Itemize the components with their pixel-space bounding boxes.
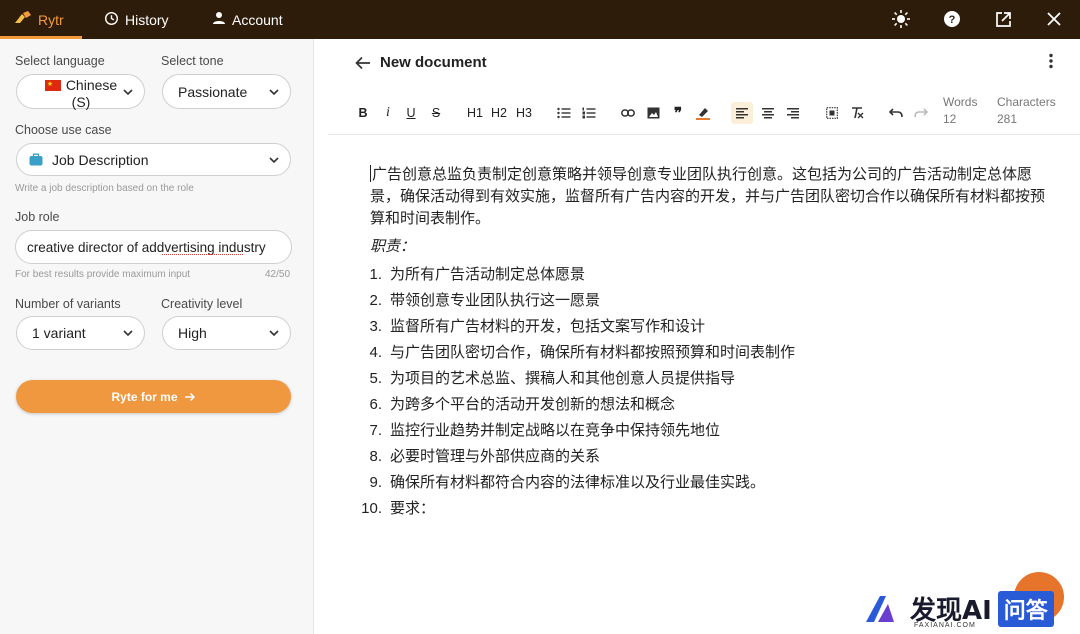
select-all-icon[interactable] xyxy=(824,103,840,123)
jobrole-label: Job role xyxy=(15,210,60,224)
language-value: Chinese xyxy=(65,77,118,93)
ryte-for-me-button[interactable]: Ryte for me xyxy=(16,380,291,413)
numbered-list-icon[interactable] xyxy=(581,103,597,123)
watermark-logo-icon xyxy=(866,595,894,622)
formatting-toolbar: B i U S H1 H2 H3 ❞ Words 12 Characters 2… xyxy=(328,91,1080,135)
rytr-logo-icon xyxy=(14,11,32,28)
theme-sun-icon[interactable] xyxy=(891,9,911,29)
italic-button[interactable]: i xyxy=(380,103,396,123)
spellcheck-underline xyxy=(162,253,243,255)
underline-button[interactable]: U xyxy=(403,103,419,123)
nav-history[interactable]: History xyxy=(104,0,169,39)
list-item: 2. 带领创意专业团队执行这一愿景 xyxy=(369,292,601,309)
nav-rytr[interactable]: Rytr xyxy=(14,0,64,39)
bold-button[interactable]: B xyxy=(355,103,371,123)
watermark-subtext: FAXIANAI.COM xyxy=(914,622,976,629)
usecase-hint: Write a job description based on the rol… xyxy=(15,183,194,194)
jobrole-hint: For best results provide maximum input xyxy=(15,269,191,280)
tone-label: Select tone xyxy=(161,54,224,68)
chevron-down-icon xyxy=(269,330,279,337)
heading1-button[interactable]: H1 xyxy=(467,103,483,123)
jobrole-input[interactable]: creative director of addvertising indust… xyxy=(15,230,292,264)
list-item: 3. 监督所有广告材料的开发，包括文案写作和设计 xyxy=(369,318,706,335)
document-header: New document xyxy=(328,39,1080,89)
intro-text: 广告创意总监负责制定创意策略并领导创意专业团队执行创意。这包括为公司的广告活动制… xyxy=(370,166,1046,227)
heading3-button[interactable]: H3 xyxy=(516,103,532,123)
account-label: Account xyxy=(232,11,283,28)
variants-select[interactable]: 1 variant xyxy=(16,316,145,350)
brand-label: Rytr xyxy=(38,11,64,28)
list-item: 9. 确保所有材料都符合内容的法律标准以及行业最佳实践。 xyxy=(369,474,766,491)
undo-icon[interactable] xyxy=(888,103,904,123)
link-icon[interactable] xyxy=(620,103,636,123)
language-select[interactable]: ★ Chinese (S) xyxy=(16,74,145,110)
characters-count: 281 xyxy=(997,112,1018,126)
list-item: 7. 监控行业趋势并制定战略以在竞争中保持领先地位 xyxy=(369,422,721,439)
svg-text:?: ? xyxy=(949,14,956,26)
characters-label: Characters xyxy=(997,95,1056,109)
back-arrow-icon[interactable] xyxy=(355,56,371,70)
document-content[interactable]: 广告创意总监负责制定创意策略并领导创意专业团队执行创意。这包括为公司的广告活动制… xyxy=(361,164,1050,522)
history-icon xyxy=(104,11,119,29)
jobrole-count: 42/50 xyxy=(265,269,291,280)
close-icon[interactable] xyxy=(1044,9,1064,29)
chevron-down-icon xyxy=(123,88,133,95)
open-external-icon[interactable] xyxy=(993,9,1013,29)
user-icon xyxy=(212,11,226,28)
arrow-right-icon xyxy=(184,392,195,401)
usecase-label: Choose use case xyxy=(15,123,112,137)
creativity-select[interactable]: High xyxy=(162,316,291,350)
align-center-icon[interactable] xyxy=(760,103,776,123)
intro-paragraph: 广告创意总监负责制定创意策略并领导创意专业团队执行创意。这包括为公司的广告活动制… xyxy=(370,164,1050,230)
words-count: 12 xyxy=(943,112,957,126)
align-left-icon[interactable] xyxy=(731,102,753,124)
variants-value: 1 variant xyxy=(32,325,86,341)
duties-heading: 职责： xyxy=(370,238,416,255)
redo-icon[interactable] xyxy=(913,103,929,123)
heading2-button[interactable]: H2 xyxy=(491,103,507,123)
usecase-value: Job Description xyxy=(52,151,149,168)
bullet-list-icon[interactable] xyxy=(556,103,572,123)
quote-icon[interactable]: ❞ xyxy=(670,103,686,123)
document-title[interactable]: New document xyxy=(380,54,487,71)
clear-format-icon[interactable] xyxy=(849,103,865,123)
briefcase-icon xyxy=(29,153,43,166)
variants-label: Number of variants xyxy=(15,297,121,311)
language-label: Select language xyxy=(15,54,105,68)
creativity-value: High xyxy=(178,325,207,341)
chevron-down-icon xyxy=(123,330,133,337)
tone-value: Passionate xyxy=(178,83,248,100)
align-right-icon[interactable] xyxy=(785,103,801,123)
language-value-variant: (S) xyxy=(71,94,91,110)
list-item: 8. 必要时管理与外部供应商的关系 xyxy=(369,448,601,465)
chevron-down-icon xyxy=(269,88,279,95)
list-item: 1. 为所有广告活动制定总体愿景 xyxy=(369,266,586,283)
watermark-box: 问答 xyxy=(997,590,1054,627)
list-item: 6. 为跨多个平台的活动开发创新的想法和概念 xyxy=(369,396,676,413)
top-bar: Rytr History Account ? xyxy=(0,0,1080,39)
image-icon[interactable] xyxy=(645,103,661,123)
more-vertical-icon[interactable] xyxy=(1048,53,1054,69)
text-cursor xyxy=(370,165,371,182)
help-icon[interactable]: ? xyxy=(942,9,962,29)
creativity-label: Creativity level xyxy=(161,297,243,311)
ryte-button-label: Ryte for me xyxy=(111,389,178,404)
editor-panel: New document B i U S H1 H2 H3 ❞ Words 12… xyxy=(328,39,1080,634)
tone-select[interactable]: Passionate xyxy=(162,74,291,109)
nav-account[interactable]: Account xyxy=(212,0,283,39)
words-label: Words xyxy=(943,95,978,109)
history-label: History xyxy=(125,11,169,28)
china-flag-icon: ★ xyxy=(44,80,61,91)
chevron-down-icon xyxy=(269,156,279,163)
usecase-select[interactable]: Job Description xyxy=(16,143,291,176)
list-item: 5. 为项目的艺术总监、撰稿人和其他创意人员提供指导 xyxy=(369,370,736,387)
list-item: 4. 与广告团队密切合作，确保所有材料都按照预算和时间表制作 xyxy=(369,344,796,361)
highlighter-icon[interactable] xyxy=(695,103,711,123)
list-item: 10. 要求： xyxy=(361,500,436,517)
sidebar: Select language Select tone ★ Chinese (S… xyxy=(0,39,314,634)
duties-list: 1. 为所有广告活动制定总体愿景 2. 带领创意专业团队执行这一愿景 3. 监督所有广… xyxy=(361,262,1050,522)
strikethrough-button[interactable]: S xyxy=(428,103,444,123)
